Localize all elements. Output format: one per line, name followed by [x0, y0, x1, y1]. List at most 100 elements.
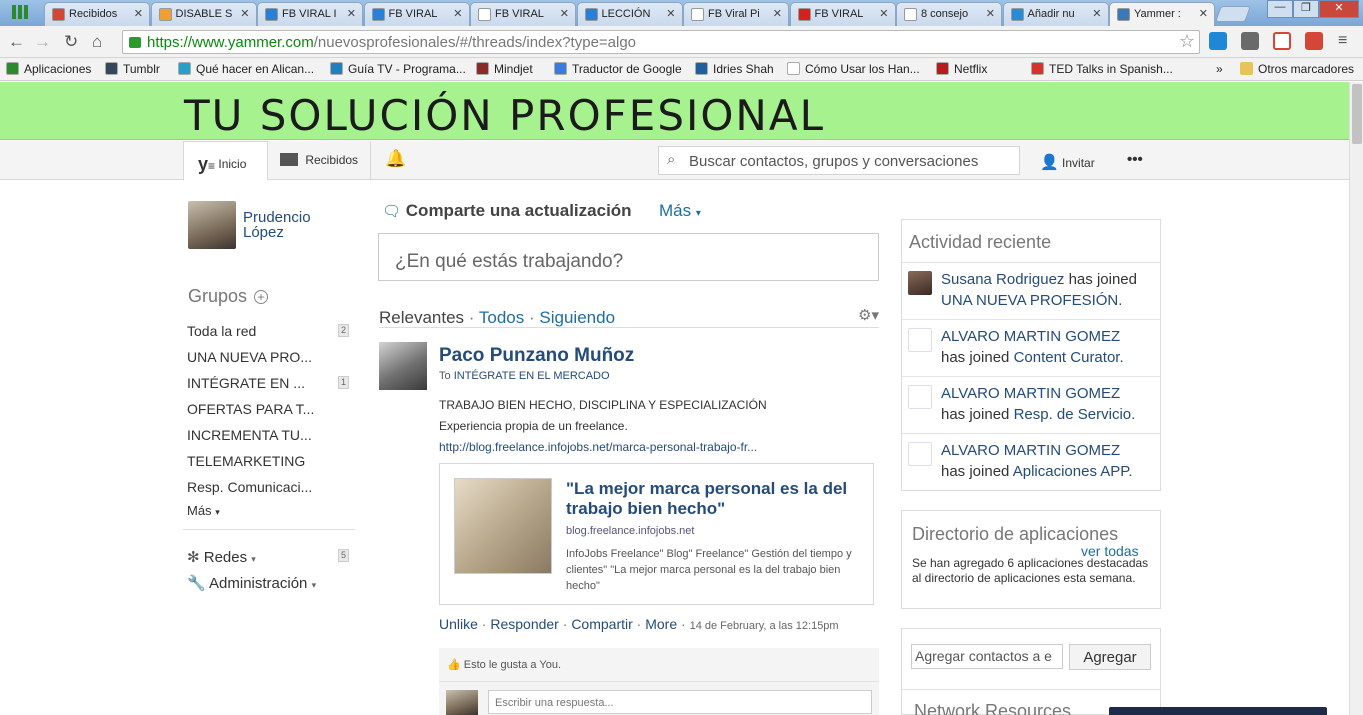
- sidebar-group-item[interactable]: OFERTAS PARA T...: [187, 401, 314, 417]
- menu-icon[interactable]: ≡: [1338, 32, 1347, 50]
- browser-tab[interactable]: DISABLE S ✕: [150, 2, 257, 26]
- bookmark-item[interactable]: Idries Shah: [695, 62, 774, 76]
- close-tab-icon[interactable]: ✕: [879, 7, 888, 20]
- redes-menu[interactable]: ✻ Redes ▾: [187, 548, 256, 566]
- browser-tab[interactable]: Añadir nu ✕: [1002, 2, 1109, 26]
- forward-icon[interactable]: →: [34, 32, 51, 52]
- bookmark-item[interactable]: Cómo Usar los Han...: [787, 62, 920, 76]
- bookmark-item[interactable]: Traductor de Google: [554, 62, 682, 76]
- sidebar-group-item[interactable]: UNA NUEVA PRO...: [187, 349, 312, 365]
- activity-group[interactable]: UNA NUEVA PROFESIÓN.: [941, 292, 1122, 309]
- filter-relevantes[interactable]: Relevantes: [379, 308, 464, 327]
- extension-badge-icon[interactable]: [1305, 32, 1323, 50]
- activity-avatar[interactable]: [908, 271, 932, 295]
- sidebar-group-item[interactable]: Resp. Comunicaci...: [187, 479, 312, 495]
- url-input[interactable]: https://www.yammer.com/nuevosprofesional…: [122, 30, 1200, 54]
- bookmark-item[interactable]: Aplicaciones: [6, 62, 91, 76]
- chat-bar[interactable]: [1109, 707, 1327, 715]
- activity-avatar[interactable]: [908, 328, 932, 352]
- activity-group[interactable]: Aplicaciones APP.: [1013, 463, 1133, 480]
- activity-user[interactable]: ALVARO MARTIN GOMEZ: [941, 385, 1120, 402]
- extension-d-icon[interactable]: [1209, 32, 1227, 50]
- close-tab-icon[interactable]: ✕: [986, 7, 995, 20]
- sidebar-group-item[interactable]: Toda la red: [187, 323, 256, 339]
- bookmark-item[interactable]: Qué hacer en Alican...: [178, 62, 314, 76]
- browser-tab[interactable]: FB Viral Pi ✕: [683, 2, 789, 26]
- administracion-menu[interactable]: 🔧 Administración ▾: [187, 574, 316, 592]
- bookmark-item[interactable]: Guía TV - Programa...: [330, 62, 466, 76]
- back-icon[interactable]: ←: [8, 32, 25, 52]
- activity-avatar[interactable]: [908, 442, 932, 466]
- search-input[interactable]: ⌕ Buscar contactos, grupos y conversacio…: [658, 146, 1020, 175]
- add-group-icon[interactable]: +: [254, 290, 269, 304]
- post-link[interactable]: http://blog.freelance.infojobs.net/marca…: [439, 440, 757, 454]
- filter-todos[interactable]: Todos: [479, 308, 524, 327]
- close-tab-icon[interactable]: ✕: [773, 7, 782, 20]
- activity-group[interactable]: Resp. de Servicio.: [1014, 406, 1136, 423]
- post-author[interactable]: Paco Punzano Muñoz: [439, 345, 634, 367]
- link-preview-title[interactable]: "La mejor marca personal es la del traba…: [566, 479, 856, 519]
- activity-group[interactable]: Content Curator.: [1014, 349, 1124, 366]
- responder-link[interactable]: Responder: [490, 616, 559, 632]
- close-window-button[interactable]: ✕: [1319, 0, 1359, 18]
- minimize-button[interactable]: —: [1267, 0, 1293, 18]
- browser-tab[interactable]: LECCIÓN ✕: [576, 2, 683, 26]
- share-update-input[interactable]: ¿En qué estás trabajando?: [378, 233, 879, 281]
- browser-tab[interactable]: FB VIRAL ✕: [363, 2, 470, 26]
- scrollbar-thumb[interactable]: [1352, 84, 1362, 144]
- compartir-link[interactable]: Compartir: [571, 616, 632, 632]
- browser-tab[interactable]: Recibidos ✕: [44, 2, 150, 26]
- other-bookmarks-button[interactable]: Otros marcadores: [1240, 62, 1354, 76]
- close-tab-icon[interactable]: ✕: [240, 7, 249, 20]
- activity-user[interactable]: ALVARO MARTIN GOMEZ: [941, 442, 1120, 459]
- activity-avatar[interactable]: [908, 385, 932, 409]
- star-icon[interactable]: ☆: [1179, 31, 1195, 52]
- gmail-extension-icon[interactable]: [1273, 32, 1291, 50]
- restore-button[interactable]: ❐: [1293, 0, 1319, 18]
- bookmark-item[interactable]: TED Talks in Spanish...: [1031, 62, 1173, 76]
- agregar-button[interactable]: Agregar: [1069, 644, 1151, 670]
- extension-avatar-icon[interactable]: [1241, 32, 1259, 50]
- sidebar-group-item[interactable]: INTÉGRATE EN ...: [187, 375, 305, 391]
- activity-user[interactable]: Susana Rodriguez: [941, 271, 1064, 288]
- settings-gear-icon[interactable]: ⚙▾: [858, 306, 879, 324]
- close-tab-icon[interactable]: ✕: [560, 7, 569, 20]
- link-preview-card[interactable]: "La mejor marca personal es la del traba…: [439, 463, 874, 605]
- unlike-link[interactable]: Unlike: [439, 616, 478, 632]
- close-tab-icon[interactable]: ✕: [453, 7, 462, 20]
- nav-inicio-tab[interactable]: y≡ Inicio: [183, 141, 268, 181]
- close-tab-icon[interactable]: ✕: [347, 7, 356, 20]
- browser-tab[interactable]: FB VIRAL ✕: [470, 2, 576, 26]
- bookmark-item[interactable]: Netflix: [936, 62, 987, 76]
- reload-icon[interactable]: ↻: [64, 32, 78, 52]
- browser-tab[interactable]: Yammer : ✕: [1109, 2, 1215, 26]
- apps-icon[interactable]: [12, 5, 28, 19]
- reply-input[interactable]: Escribir una respuesta...: [488, 690, 872, 714]
- nav-recibidos-tab[interactable]: Recibidos: [268, 141, 371, 180]
- groups-more-link[interactable]: Más ▾: [187, 503, 220, 518]
- home-icon[interactable]: ⌂: [92, 32, 102, 52]
- share-title[interactable]: Comparte una actualización: [406, 201, 632, 220]
- bookmarks-more-button[interactable]: »: [1216, 62, 1223, 76]
- browser-tab[interactable]: 8 consejo ✕: [896, 2, 1002, 26]
- close-tab-icon[interactable]: ✕: [134, 7, 143, 20]
- more-link[interactable]: More: [645, 616, 677, 632]
- add-contacts-input[interactable]: Agregar contactos a e: [911, 644, 1063, 669]
- browser-tab[interactable]: FB VIRAL I ✕: [257, 2, 363, 26]
- close-tab-icon[interactable]: ✕: [666, 7, 675, 20]
- more-options-button[interactable]: •••: [1127, 141, 1143, 180]
- bell-icon[interactable]: 🔔: [385, 141, 406, 180]
- share-more-dropdown[interactable]: Más ▾: [659, 201, 701, 221]
- bookmark-item[interactable]: Mindjet: [476, 62, 533, 76]
- close-tab-icon[interactable]: ✕: [1092, 7, 1101, 20]
- browser-tab[interactable]: FB VIRAL ✕: [789, 2, 896, 26]
- user-avatar[interactable]: [188, 201, 236, 249]
- filter-siguiendo[interactable]: Siguiendo: [539, 308, 615, 327]
- close-tab-icon[interactable]: ✕: [1199, 7, 1208, 20]
- page-scrollbar[interactable]: [1349, 82, 1363, 715]
- post-to-group[interactable]: INTÉGRATE EN EL MERCADO: [454, 370, 610, 382]
- invitar-button[interactable]: 👤 Invitar: [1040, 141, 1115, 180]
- sidebar-group-item[interactable]: INCREMENTA TU...: [187, 427, 312, 443]
- activity-user[interactable]: ALVARO MARTIN GOMEZ: [941, 328, 1120, 345]
- new-tab-button[interactable]: [1215, 6, 1251, 22]
